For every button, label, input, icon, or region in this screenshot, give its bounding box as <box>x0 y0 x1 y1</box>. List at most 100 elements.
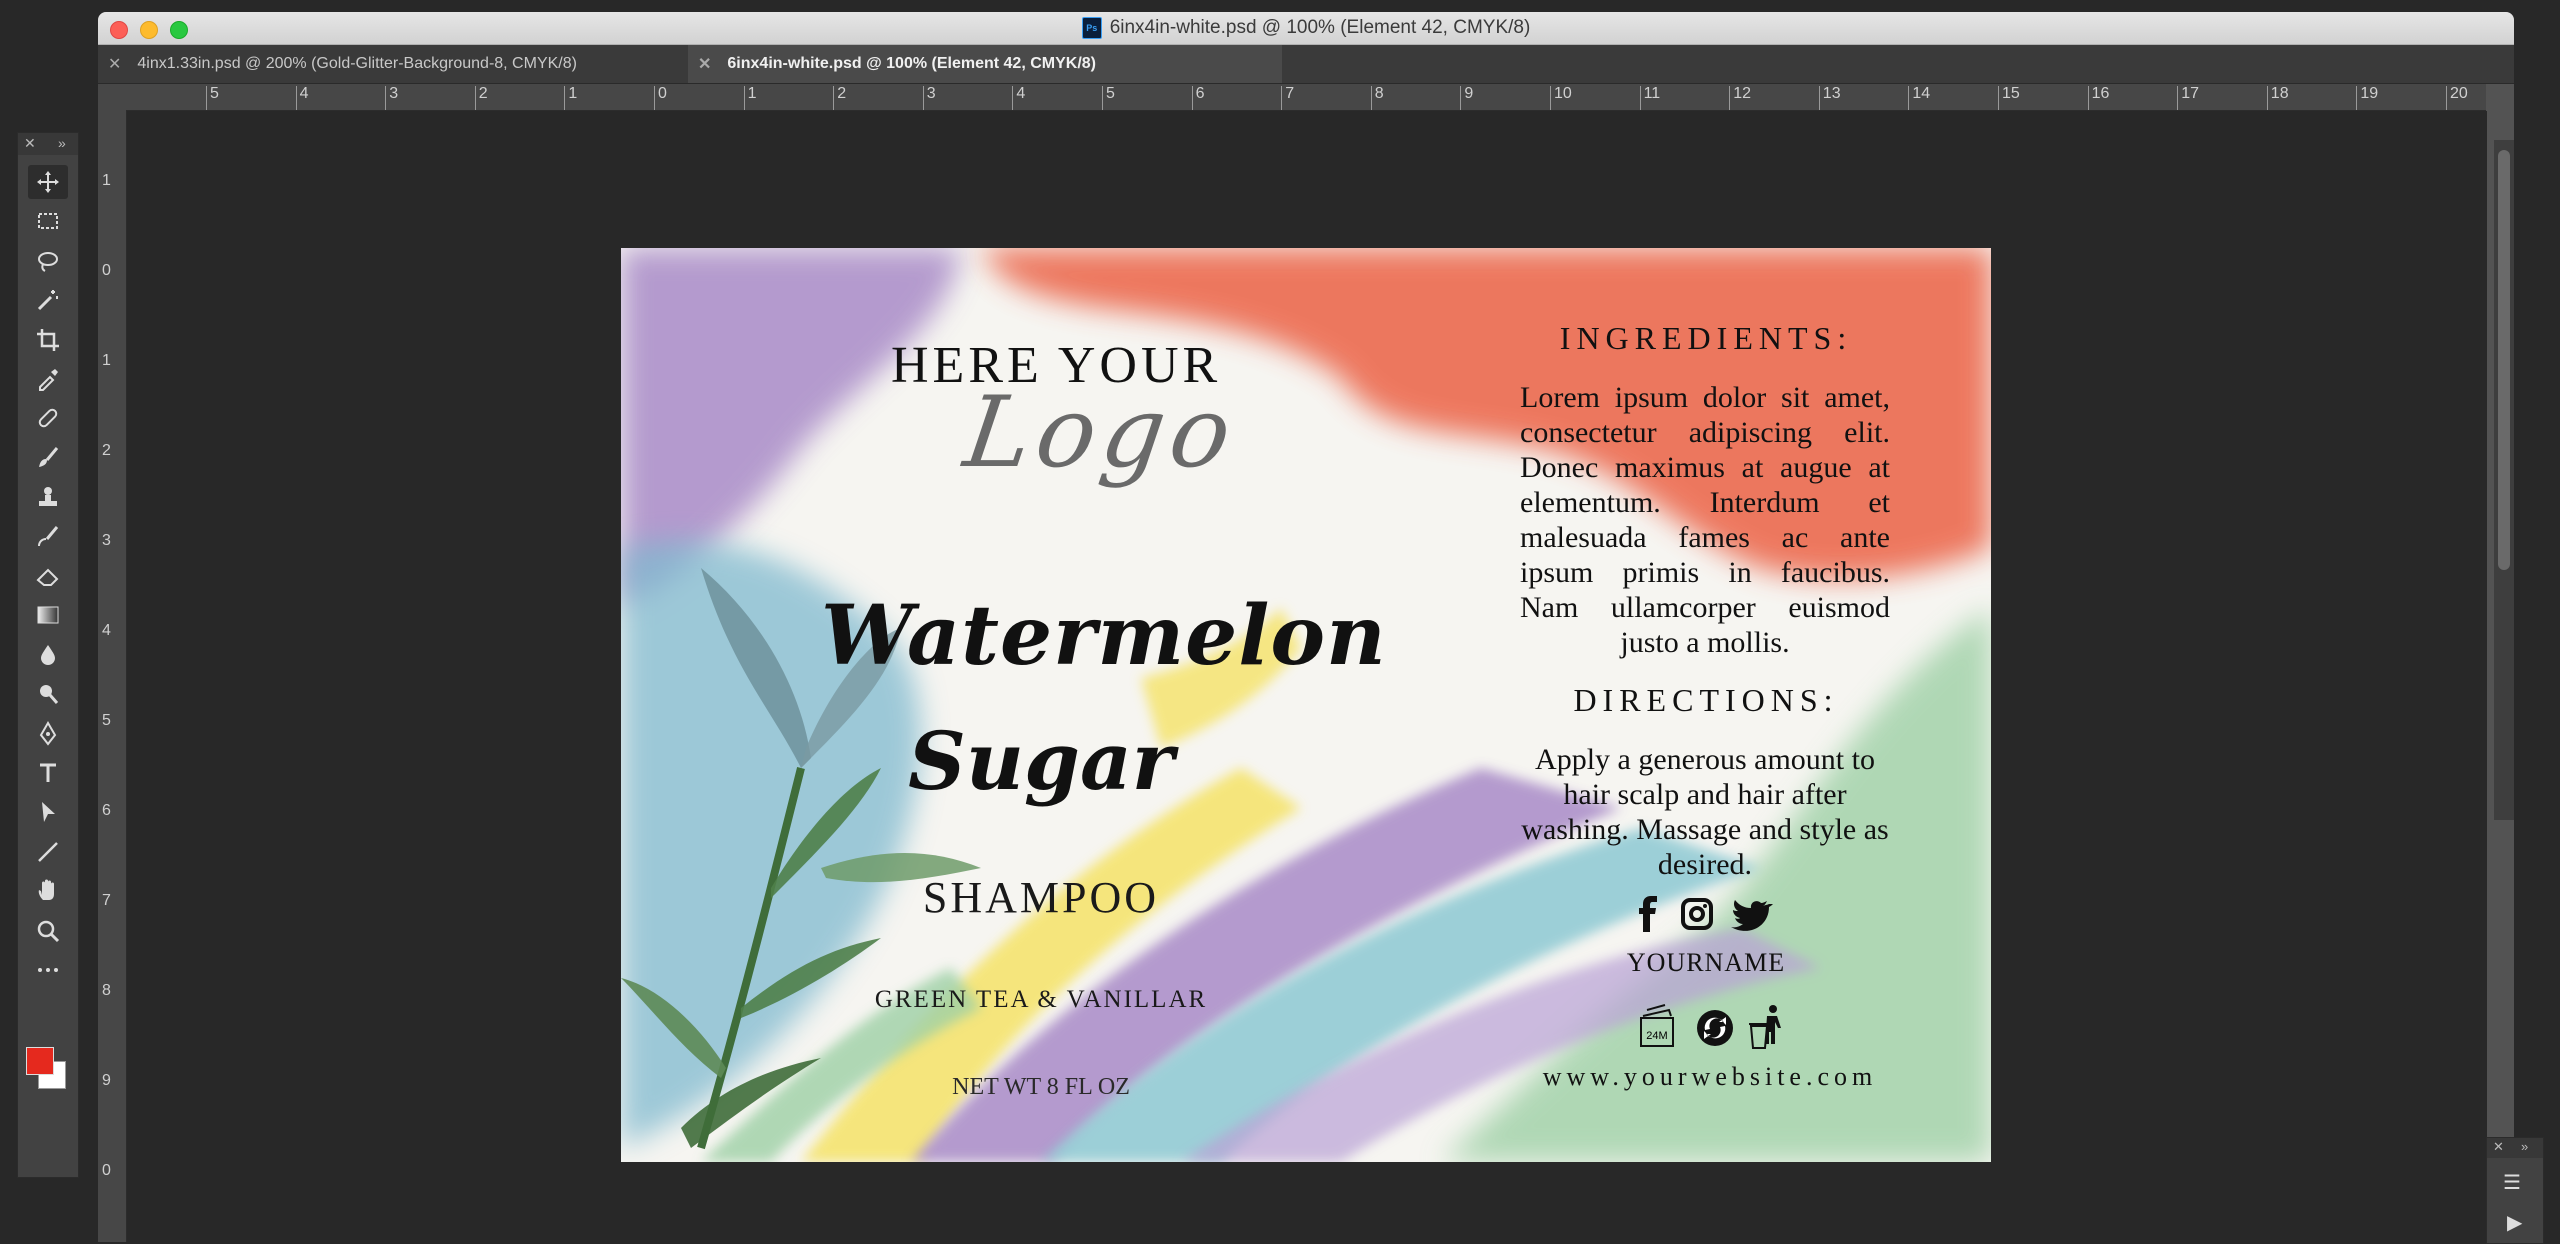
ruler-label: 8 <box>102 982 111 999</box>
ruler-label: 17 <box>2181 85 2199 102</box>
product-name-line2: Sugar <box>908 714 1174 808</box>
document-tab[interactable]: ✕ 4inx1.33in.psd @ 200% (Gold-Glitter-Ba… <box>98 45 703 83</box>
ruler-tick <box>1550 86 1551 110</box>
directions-heading: DIRECTIONS: <box>1573 682 1839 718</box>
ruler-tick <box>564 86 566 110</box>
ruler-label: 4 <box>299 85 309 102</box>
ruler-label: 2 <box>478 85 488 102</box>
close-panel-icon[interactable]: ✕ <box>2493 1139 2504 1155</box>
recycle-icon <box>1697 1010 1733 1046</box>
ruler-label: 4 <box>102 622 111 639</box>
path-selection-icon[interactable] <box>28 795 68 829</box>
ruler-tick <box>474 86 476 110</box>
ruler-tick <box>1460 86 1462 110</box>
ruler-label: 5 <box>102 712 111 729</box>
ruler-label: 6 <box>102 802 111 819</box>
properties-panel-icon[interactable]: ☰ <box>2503 1170 2521 1195</box>
ruler-label: 0 <box>102 262 111 279</box>
ruler-label: 1 <box>102 172 111 189</box>
close-tab-icon[interactable]: ✕ <box>698 54 711 74</box>
ruler-label: 20 <box>2450 85 2468 102</box>
marquee-tool-icon[interactable] <box>28 204 68 238</box>
scrollbar-thumb[interactable] <box>2498 150 2510 570</box>
type-tool-icon[interactable] <box>28 756 68 790</box>
ruler-label: 7 <box>1285 85 1295 102</box>
dodge-tool-icon[interactable] <box>28 677 68 711</box>
ruler-label: 10 <box>1554 85 1572 102</box>
ruler-tick <box>1191 86 1193 110</box>
website-url: www.yourwebsite.com <box>1542 1062 1878 1091</box>
clone-stamp-icon[interactable] <box>28 480 68 514</box>
trash-bin-icon <box>1749 1005 1781 1049</box>
ruler-label: 0 <box>102 1162 111 1179</box>
eraser-icon[interactable] <box>28 559 68 593</box>
ruler-tick <box>2087 86 2089 110</box>
title-bar[interactable]: Ps 6inx4in-white.psd @ 100% (Element 42,… <box>98 12 2514 45</box>
ruler-label: 2 <box>102 442 111 459</box>
crop-tool-icon[interactable] <box>28 323 68 357</box>
collapse-panel-icon[interactable]: » <box>2521 1139 2528 1154</box>
ruler-tick <box>295 86 297 110</box>
close-tab-icon[interactable]: ✕ <box>108 54 121 74</box>
close-panel-icon[interactable]: ✕ <box>24 135 36 152</box>
hand-tool-icon[interactable] <box>28 874 68 908</box>
tools-panel-header[interactable]: ✕ » <box>18 133 78 155</box>
ruler-label: 9 <box>102 1072 111 1089</box>
ruler-tick <box>1012 86 1014 110</box>
ruler-label: 5 <box>1106 85 1115 102</box>
facebook-icon <box>1639 896 1657 932</box>
label-artboard[interactable]: HERE YOUR Logo Watermelon Sugar SHAMPOO … <box>621 248 1991 1162</box>
eyedropper-icon[interactable] <box>28 362 68 396</box>
history-brush-icon[interactable] <box>28 520 68 554</box>
ruler-tick <box>1639 86 1641 110</box>
vertical-scrollbar[interactable] <box>2494 140 2514 820</box>
collapse-panel-icon[interactable]: » <box>58 135 66 151</box>
pen-tool-icon[interactable] <box>28 717 68 751</box>
ruler-label: 18 <box>2270 85 2289 102</box>
ruler-label: 1 <box>568 85 578 102</box>
ruler-tick <box>1370 86 1372 110</box>
blur-tool-icon[interactable] <box>28 638 68 672</box>
zoom-tool-icon[interactable] <box>28 914 68 948</box>
tab-label: 6inx4in-white.psd @ 100% (Element 42, CM… <box>727 55 1096 72</box>
ruler-tick <box>2356 86 2358 110</box>
foreground-color-swatch[interactable] <box>26 1047 54 1075</box>
ruler-label: 13 <box>1822 85 1841 102</box>
ruler-tick <box>1281 86 1283 110</box>
ruler-origin[interactable] <box>98 84 126 110</box>
vertical-ruler[interactable]: 1 0 1 2 3 4 5 6 7 8 9 0 <box>98 110 127 1242</box>
photoshop-file-icon: Ps <box>1081 17 1102 39</box>
magic-wand-icon[interactable] <box>28 283 68 317</box>
ruler-label: 19 <box>2360 85 2379 102</box>
ruler-label: 9 <box>1464 85 1474 102</box>
lasso-tool-icon[interactable] <box>28 244 68 278</box>
ruler-label: 3 <box>102 532 111 549</box>
horizontal-ruler[interactable]: 5 4 3 2 1 0 1 2 3 4 5 6 7 8 9 10 11 12 13 14 15 16 17 18 19 20 <box>126 84 2486 111</box>
ruler-tick <box>654 86 655 110</box>
ruler-tick <box>1908 86 1910 110</box>
line-tool-icon[interactable] <box>28 835 68 869</box>
ruler-label: 0 <box>658 85 667 102</box>
gradient-tool-icon[interactable] <box>28 598 68 632</box>
move-tool-icon[interactable] <box>28 165 68 199</box>
mini-panel: ✕ » ☰ ▶ <box>2486 1137 2544 1244</box>
ruler-label: 3 <box>389 85 399 102</box>
social-icons <box>1639 896 1773 932</box>
ruler-label: 11 <box>1643 85 1661 102</box>
brush-tool-icon[interactable] <box>28 441 68 475</box>
ruler-tick <box>743 86 745 110</box>
ruler-label: 4 <box>1016 85 1026 102</box>
document-tab-active[interactable]: ✕ 6inx4in-white.psd @ 100% (Element 42, … <box>688 45 1282 83</box>
healing-brush-icon[interactable] <box>28 401 68 435</box>
pao-24m-icon: 24M <box>1640 1004 1674 1047</box>
more-tools-icon[interactable] <box>28 953 68 987</box>
ruler-tick <box>1998 86 1999 110</box>
ruler-tick <box>2177 86 2179 110</box>
ruler-label: 6 <box>1195 85 1205 102</box>
ruler-label: 2 <box>837 85 847 102</box>
play-action-icon[interactable]: ▶ <box>2507 1210 2522 1235</box>
ruler-tick <box>1102 86 1103 110</box>
ingredients-text: Lorem ipsum dolor sit amet, consectetur … <box>1520 381 1890 659</box>
ruler-label: 3 <box>926 85 936 102</box>
ruler-label: 1 <box>747 85 757 102</box>
